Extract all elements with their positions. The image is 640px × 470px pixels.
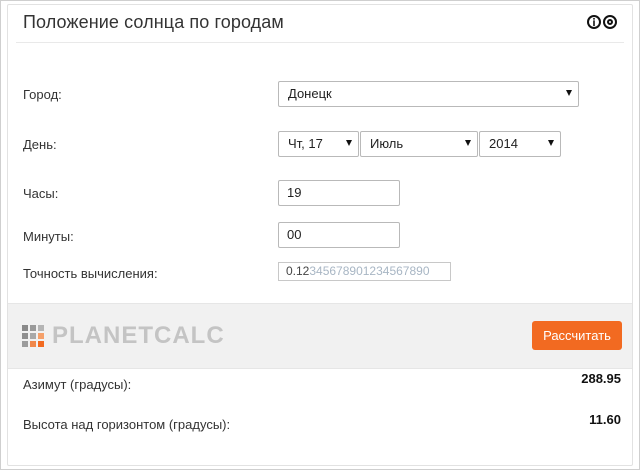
chevron-down-icon [346, 140, 352, 146]
hours-label: Часы: [23, 186, 59, 201]
hours-input[interactable]: 19 [278, 180, 400, 206]
window-frame: Положение солнца по городам Город: Донец… [0, 0, 640, 470]
minutes-input[interactable]: 00 [278, 222, 400, 248]
altitude-label: Высота над горизонтом (градусы): [23, 417, 231, 432]
header-icons [587, 15, 617, 29]
planetcalc-logo-icon [22, 325, 44, 347]
precision-active-digits: 0.12 [286, 264, 310, 278]
action-bar: PLANETCALC Рассчитать [8, 303, 632, 369]
precision-label: Точность вычисления: [23, 266, 158, 281]
year-select[interactable]: 2014 [479, 131, 561, 157]
target-icon[interactable] [603, 15, 617, 29]
year-select-value: 2014 [489, 136, 518, 151]
calculate-button[interactable]: Рассчитать [532, 321, 622, 350]
title-divider [16, 42, 624, 43]
city-label: Город: [23, 87, 62, 102]
azimuth-value: 288.95 [581, 371, 621, 386]
chevron-down-icon [465, 140, 471, 146]
azimuth-label: Азимут (градусы): [23, 377, 132, 392]
city-select-value: Донецк [288, 86, 332, 101]
precision-slider[interactable]: 0.12345678901234567890 [278, 262, 451, 281]
city-select[interactable]: Донецк [278, 81, 579, 107]
altitude-value: 11.60 [589, 412, 621, 427]
chevron-down-icon [548, 140, 554, 146]
chevron-down-icon [566, 90, 572, 96]
day-label: День: [23, 137, 57, 152]
page-title: Положение солнца по городам [23, 12, 284, 32]
minutes-label: Минуты: [23, 229, 74, 244]
month-select-value: Июль [370, 136, 404, 151]
precision-rest-digits: 345678901234567890 [309, 264, 430, 278]
day-select[interactable]: Чт, 17 [278, 131, 359, 157]
info-icon[interactable] [587, 15, 601, 29]
day-select-value: Чт, 17 [288, 136, 323, 151]
planetcalc-logo-text: PLANETCALC [52, 322, 225, 349]
month-select[interactable]: Июль [360, 131, 478, 157]
